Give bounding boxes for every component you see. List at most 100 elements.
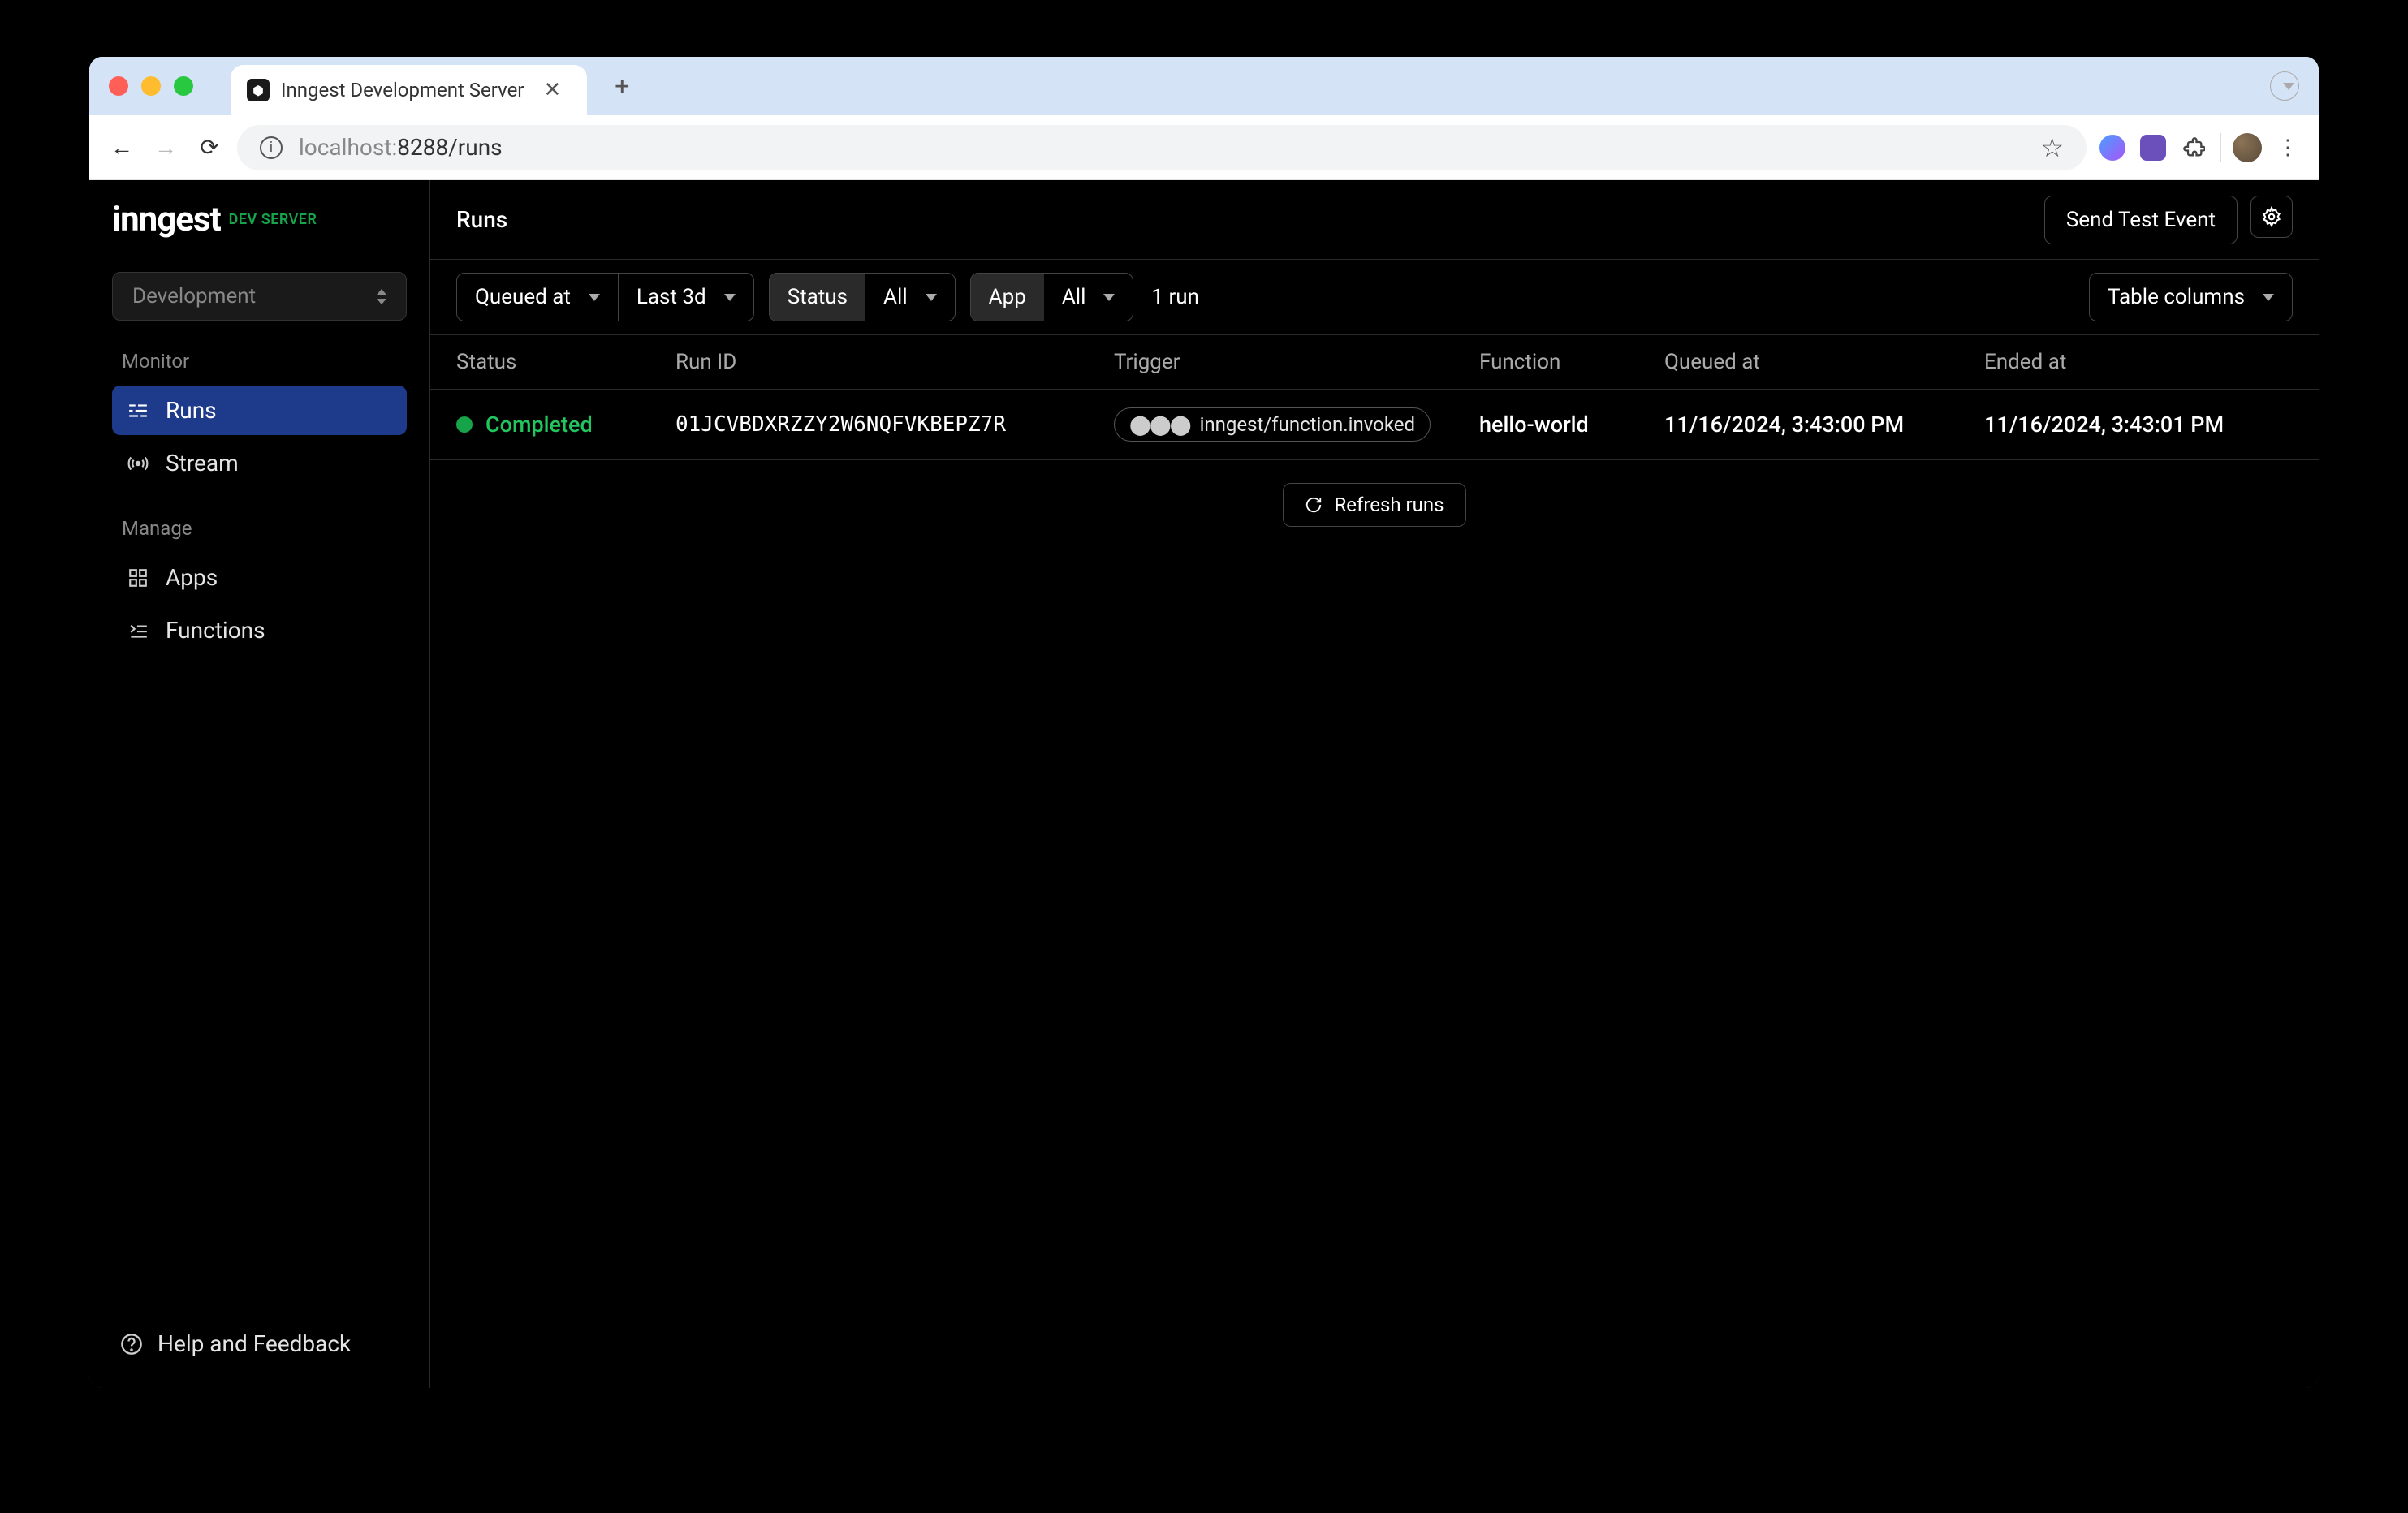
sidebar-item-runs[interactable]: Runs	[112, 386, 407, 435]
tab-close-icon[interactable]: ✕	[543, 78, 561, 102]
tabs-dropdown-button[interactable]	[2270, 71, 2299, 101]
traffic-lights	[109, 76, 193, 96]
filter-status-group: Status All	[769, 273, 956, 321]
filter-status-label: Status	[770, 274, 865, 321]
site-info-icon[interactable]: i	[260, 136, 283, 159]
sidebar-item-label: Apps	[166, 564, 218, 591]
col-header-queued[interactable]: Queued at	[1664, 350, 1984, 374]
help-label: Help and Feedback	[158, 1330, 351, 1357]
extension-icon-2[interactable]	[2138, 133, 2168, 162]
updown-icon	[377, 289, 386, 304]
filter-status-value[interactable]: All	[865, 274, 955, 321]
browser-tab[interactable]: ⬢ Inngest Development Server ✕	[231, 65, 587, 115]
sidebar-item-label: Runs	[166, 397, 217, 424]
status-text: Completed	[485, 412, 593, 438]
col-header-runid[interactable]: Run ID	[675, 350, 1114, 374]
table-columns-button[interactable]: Table columns	[2089, 273, 2293, 321]
extension-icon-1[interactable]	[2098, 133, 2127, 162]
cell-runid: 01JCVBDXRZZY2W6NQFVKBEPZ7R	[675, 412, 1114, 437]
app-content: inngest DEV SERVER Development Monitor R…	[89, 180, 2319, 1388]
refresh-icon	[1305, 496, 1323, 514]
settings-button[interactable]	[2250, 196, 2293, 238]
extensions-puzzle-icon[interactable]	[2179, 133, 2208, 162]
logo: inngest DEV SERVER	[112, 200, 407, 239]
help-icon	[120, 1333, 143, 1356]
cell-ended: 11/16/2024, 3:43:01 PM	[1984, 412, 2293, 438]
browser-window: ⬢ Inngest Development Server ✕ + ← → ⟳ i…	[89, 57, 2319, 1388]
col-header-status[interactable]: Status	[456, 350, 675, 374]
nav-back-button[interactable]: ←	[106, 131, 138, 164]
sidebar-item-functions[interactable]: Functions	[112, 606, 407, 655]
page-title: Runs	[456, 206, 507, 233]
refresh-row: Refresh runs	[430, 460, 2319, 550]
browser-menu-icon[interactable]: ⋮	[2273, 133, 2302, 162]
filter-sort-label: Queued at	[475, 285, 571, 309]
url-host: localhost:	[299, 134, 397, 161]
stream-icon	[127, 452, 149, 475]
chevron-down-icon	[2263, 294, 2274, 301]
table-header: Status Run ID Trigger Function Queued at…	[430, 335, 2319, 390]
sidebar: inngest DEV SERVER Development Monitor R…	[89, 180, 430, 1388]
environment-label: Development	[132, 284, 256, 308]
send-test-event-label: Send Test Event	[2066, 208, 2216, 232]
profile-avatar[interactable]	[2233, 133, 2262, 162]
filter-sort-group: Queued at Last 3d	[456, 273, 754, 321]
refresh-runs-button[interactable]: Refresh runs	[1283, 483, 1465, 527]
filter-app-value[interactable]: All	[1044, 274, 1133, 321]
main-content: Runs Send Test Event Queued at	[430, 180, 2319, 1388]
filter-sort-by[interactable]: Queued at	[457, 274, 618, 321]
trigger-dots-icon: ⬤⬤⬤	[1129, 413, 1190, 436]
sidebar-item-label: Functions	[166, 617, 265, 644]
url-text: localhost:8288/runs	[299, 134, 2024, 161]
logo-text: inngest	[112, 200, 221, 239]
tab-favicon-icon: ⬢	[247, 79, 270, 101]
chevron-down-icon	[2283, 83, 2294, 90]
run-count: 1 run	[1151, 285, 1199, 309]
functions-icon	[127, 619, 149, 642]
cell-queued: 11/16/2024, 3:43:00 PM	[1664, 412, 1984, 438]
nav-forward-button[interactable]: →	[149, 131, 182, 164]
status-dot-icon	[456, 416, 473, 433]
browser-url-bar: ← → ⟳ i localhost:8288/runs ☆ ⋮	[89, 115, 2319, 180]
filter-app-label: App	[971, 274, 1044, 321]
bookmark-star-icon[interactable]: ☆	[2040, 132, 2064, 163]
table-columns-label: Table columns	[2108, 285, 2245, 309]
address-bar[interactable]: i localhost:8288/runs ☆	[237, 125, 2087, 170]
filter-time-range[interactable]: Last 3d	[618, 274, 753, 321]
runs-icon	[127, 399, 149, 422]
col-header-trigger[interactable]: Trigger	[1114, 350, 1479, 374]
nav-reload-button[interactable]: ⟳	[193, 131, 226, 164]
new-tab-button[interactable]: +	[615, 71, 629, 101]
window-minimize-icon[interactable]	[141, 76, 161, 96]
sidebar-section-manage: Manage	[112, 517, 407, 540]
cell-trigger: ⬤⬤⬤ inngest/function.invoked	[1114, 407, 1479, 442]
refresh-label: Refresh runs	[1334, 494, 1444, 516]
sidebar-item-label: Stream	[166, 450, 239, 476]
environment-selector[interactable]: Development	[112, 272, 407, 321]
filter-app-group: App All	[970, 273, 1134, 321]
col-header-ended[interactable]: Ended at	[1984, 350, 2293, 374]
gear-icon	[2261, 206, 2282, 227]
sidebar-item-stream[interactable]: Stream	[112, 438, 407, 488]
browser-tab-bar: ⬢ Inngest Development Server ✕ +	[89, 57, 2319, 115]
cell-status: Completed	[456, 412, 675, 438]
table-row[interactable]: Completed 01JCVBDXRZZY2W6NQFVKBEPZ7R ⬤⬤⬤…	[430, 390, 2319, 460]
filter-time-label: Last 3d	[637, 285, 706, 309]
sidebar-item-apps[interactable]: Apps	[112, 553, 407, 602]
filters-bar: Queued at Last 3d Status All	[430, 260, 2319, 335]
url-path: 8288/runs	[397, 134, 502, 161]
window-close-icon[interactable]	[109, 76, 128, 96]
send-test-event-button[interactable]: Send Test Event	[2044, 196, 2238, 244]
chevron-down-icon	[1103, 294, 1115, 301]
window-maximize-icon[interactable]	[174, 76, 193, 96]
help-feedback-link[interactable]: Help and Feedback	[112, 1319, 407, 1369]
trigger-label: inngest/function.invoked	[1200, 413, 1415, 436]
tab-title: Inngest Development Server	[281, 79, 524, 101]
main-header: Runs Send Test Event	[430, 180, 2319, 260]
chevron-down-icon	[724, 294, 736, 301]
logo-badge: DEV SERVER	[229, 211, 317, 228]
trigger-chip[interactable]: ⬤⬤⬤ inngest/function.invoked	[1114, 407, 1431, 442]
cell-function: hello-world	[1479, 412, 1664, 438]
col-header-function[interactable]: Function	[1479, 350, 1664, 374]
chevron-down-icon	[926, 294, 937, 301]
